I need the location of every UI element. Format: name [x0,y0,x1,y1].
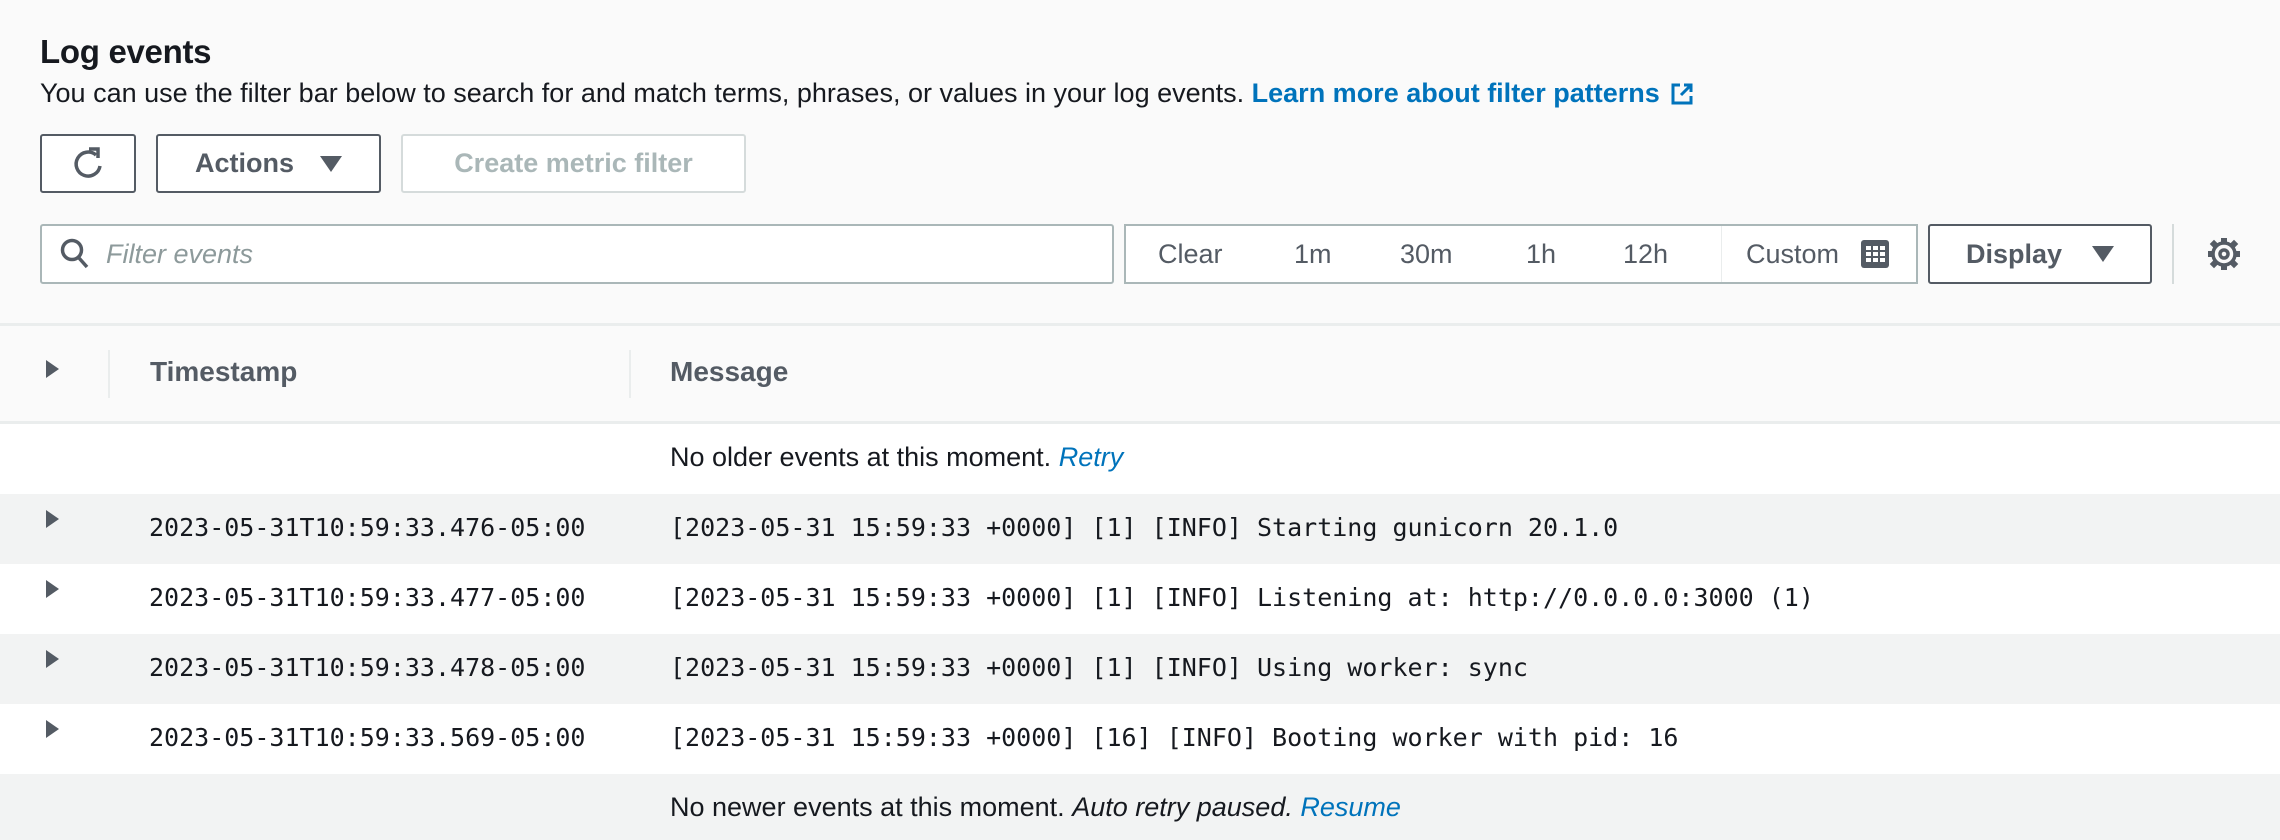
older-events-row: No older events at this moment. Retry [0,424,2280,494]
event-message: [2023-05-31 15:59:33 +0000] [1] [INFO] S… [670,513,1619,542]
expand-row-icon[interactable] [46,720,59,738]
filter-events-field[interactable] [40,224,1114,284]
log-events-table: Timestamp Message No older events at thi… [0,323,2280,840]
toolbar-divider [2172,224,2174,284]
page-description: You can use the filter bar below to sear… [40,78,1694,109]
older-events-note: No older events at this moment. [670,442,1052,472]
learn-more-link[interactable]: Learn more about filter patterns [1252,78,1694,108]
event-timestamp: 2023-05-31T10:59:33.476-05:00 [149,513,586,542]
description-text: You can use the filter bar below to sear… [40,78,1245,108]
create-metric-filter-button[interactable]: Create metric filter [401,134,746,193]
column-divider [629,350,631,398]
external-link-icon [1671,83,1693,105]
expand-row-icon[interactable] [46,580,59,598]
event-timestamp: 2023-05-31T10:59:33.477-05:00 [149,583,586,612]
display-label: Display [1965,238,2063,269]
time-range-12h[interactable]: 12h [1623,226,1668,282]
actions-label: Actions [194,148,294,178]
caret-down-icon [2092,246,2115,262]
calendar-icon [1861,240,1890,268]
table-row[interactable]: 2023-05-31T10:59:33.477-05:00 [2023-05-3… [0,564,2280,634]
time-range-custom[interactable]: Custom [1721,226,1890,282]
table-row[interactable]: 2023-05-31T10:59:33.569-05:00 [2023-05-3… [0,704,2280,774]
time-range-30m[interactable]: 30m [1400,226,1453,282]
filter-events-input[interactable] [106,238,1006,270]
refresh-button[interactable] [40,134,136,193]
newer-events-row: No newer events at this moment. Auto ret… [0,774,2280,840]
custom-label: Custom [1746,238,1840,269]
table-row[interactable]: 2023-05-31T10:59:33.478-05:00 [2023-05-3… [0,634,2280,704]
search-icon [60,238,89,269]
event-timestamp: 2023-05-31T10:59:33.478-05:00 [149,653,586,682]
newer-events-note: No newer events at this moment. [670,792,1065,822]
learn-more-link-label: Learn more about filter patterns [1251,78,1660,108]
time-range-1h[interactable]: 1h [1526,226,1556,282]
retry-link[interactable]: Retry [1059,442,1124,472]
table-header: Timestamp Message [0,323,2280,424]
refresh-icon [74,146,102,178]
table-row[interactable]: 2023-05-31T10:59:33.476-05:00 [2023-05-3… [0,494,2280,564]
display-dropdown-button[interactable]: Display [1928,224,2152,284]
column-header-timestamp[interactable]: Timestamp [150,356,297,388]
event-message: [2023-05-31 15:59:33 +0000] [16] [INFO] … [670,723,1679,752]
event-message: [2023-05-31 15:59:33 +0000] [1] [INFO] U… [670,653,1528,682]
page-title: Log events [40,33,212,70]
time-range-1m[interactable]: 1m [1294,226,1332,282]
expand-row-icon[interactable] [46,510,59,528]
event-timestamp: 2023-05-31T10:59:33.569-05:00 [149,723,586,752]
column-header-message[interactable]: Message [670,356,788,388]
resume-link[interactable]: Resume [1300,792,1401,822]
time-range-selector: Clear 1m 30m 1h 12h Custom [1124,224,1918,284]
caret-down-icon [320,155,342,172]
expand-row-icon[interactable] [46,650,59,668]
time-range-clear[interactable]: Clear [1158,226,1223,282]
settings-gear-icon[interactable] [2206,236,2242,272]
expand-all-toggle-icon[interactable] [46,360,59,378]
column-divider [108,350,110,398]
actions-dropdown-button[interactable]: Actions [156,134,381,193]
event-message: [2023-05-31 15:59:33 +0000] [1] [INFO] L… [670,583,1814,612]
auto-retry-paused-note: Auto retry paused. [1072,792,1293,822]
